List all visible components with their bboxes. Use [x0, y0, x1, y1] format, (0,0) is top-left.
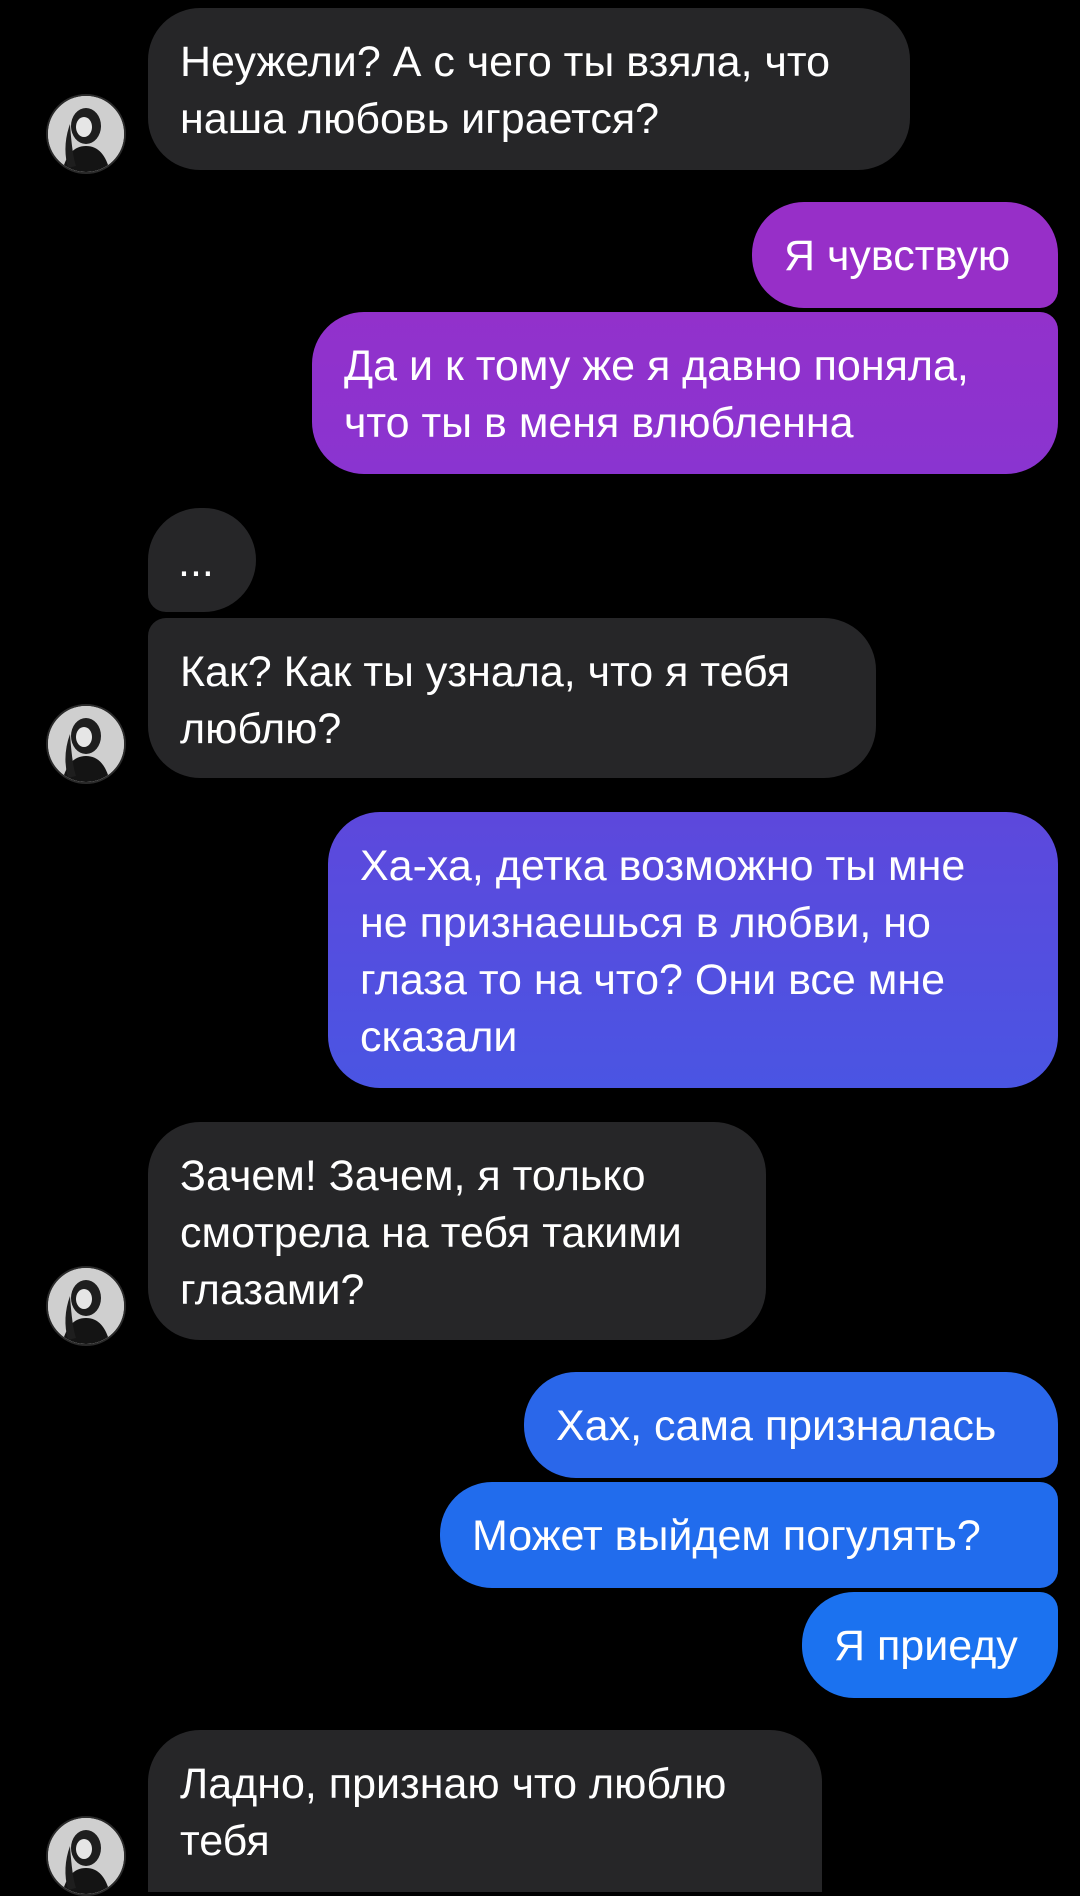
- incoming-message[interactable]: Как? Как ты узнала, что я тебя люблю?: [148, 618, 876, 778]
- incoming-message[interactable]: ...: [148, 508, 256, 612]
- outgoing-message[interactable]: Я приеду: [802, 1592, 1058, 1698]
- outgoing-message[interactable]: Ха-ха, детка возможно ты мне не признаеш…: [328, 812, 1058, 1088]
- contact-avatar-icon[interactable]: [46, 1816, 126, 1896]
- contact-avatar-icon[interactable]: [46, 1266, 126, 1346]
- message-thread: Неужели? А с чего ты взяла, что наша люб…: [0, 0, 1080, 1896]
- incoming-message[interactable]: Неужели? А с чего ты взяла, что наша люб…: [148, 8, 910, 170]
- outgoing-message[interactable]: Может выйдем погулять?: [440, 1482, 1058, 1588]
- contact-avatar-icon[interactable]: [46, 94, 126, 174]
- contact-avatar-icon[interactable]: [46, 704, 126, 784]
- incoming-message[interactable]: Ладно, признаю что люблю тебя: [148, 1730, 822, 1892]
- outgoing-message[interactable]: Да и к тому же я давно поняла, что ты в …: [312, 312, 1058, 474]
- incoming-message[interactable]: Зачем! Зачем, я только смотрела на тебя …: [148, 1122, 766, 1340]
- outgoing-message[interactable]: Хах, сама призналась: [524, 1372, 1058, 1478]
- outgoing-message[interactable]: Я чувствую: [752, 202, 1058, 308]
